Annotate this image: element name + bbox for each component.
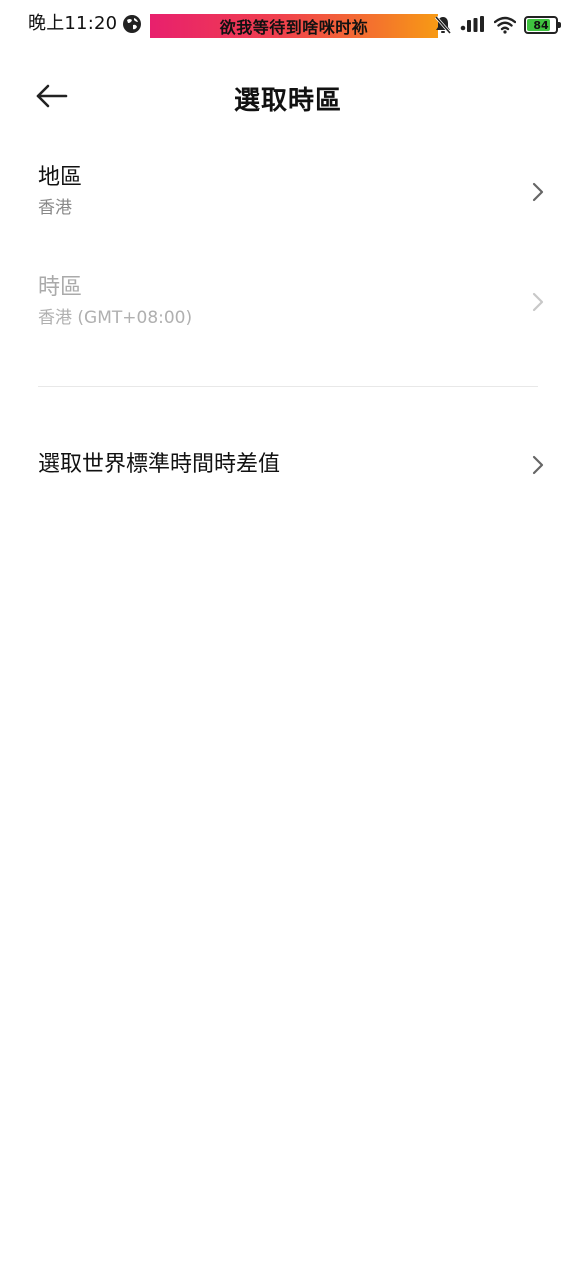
mute-bell-icon: [434, 16, 452, 34]
region-item[interactable]: 地區 香港: [0, 163, 576, 233]
wifi-icon: [494, 16, 516, 34]
status-icons: 84: [434, 13, 561, 37]
battery-icon: 84: [524, 16, 561, 34]
globe-icon: [123, 15, 141, 33]
divider: [38, 386, 538, 387]
chevron-right-icon: [532, 455, 544, 475]
battery-level: 84: [533, 18, 549, 32]
chevron-right-icon: [532, 292, 544, 312]
chevron-right-icon: [532, 182, 544, 202]
timezone-value: 香港 (GMT+08:00): [38, 308, 193, 328]
page-title: 選取時區: [233, 86, 342, 116]
region-value: 香港: [38, 198, 72, 218]
status-time: 晚上11:20: [28, 13, 118, 34]
utc-offset-item[interactable]: 選取世界標準時間時差值: [0, 448, 576, 488]
utc-offset-title: 選取世界標準時間時差值: [38, 452, 281, 477]
notification-banner[interactable]: 欲我等待到啥咪时袮: [150, 14, 438, 38]
region-title: 地區: [38, 165, 83, 190]
header: 選取時區: [0, 60, 576, 132]
banner-text: 欲我等待到啥咪时袮: [219, 18, 369, 37]
timezone-item[interactable]: 時區 香港 (GMT+08:00): [0, 273, 576, 343]
signal-icon: [460, 16, 484, 32]
status-bar: 晚上11:20 欲我等待到啥咪时袮 84: [0, 0, 576, 48]
timezone-title: 時區: [38, 275, 83, 300]
